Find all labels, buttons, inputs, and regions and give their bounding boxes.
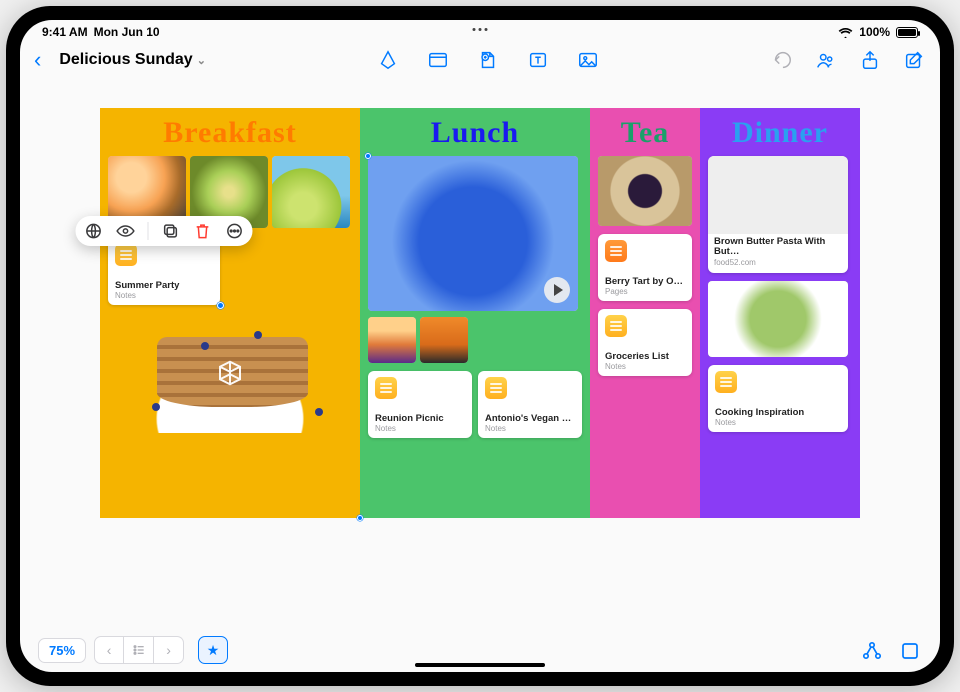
multitask-dots-icon[interactable]: [473, 28, 488, 31]
note-card-reunion-picnic[interactable]: Reunion Picnic Notes: [368, 371, 472, 438]
notes-app-icon: [375, 377, 397, 399]
status-time: 9:41 AM: [42, 25, 88, 39]
duplicate-icon[interactable]: [161, 221, 181, 241]
card-title: Berry Tart by Olivia: [605, 276, 685, 287]
add-file-icon[interactable]: [476, 49, 500, 71]
note-card-summer-party[interactable]: Summer Party Notes: [108, 238, 220, 305]
graph-view-icon[interactable]: [860, 639, 884, 661]
quicklook-icon[interactable]: [116, 221, 136, 241]
card-title: Antonio's Vegan Tacos: [485, 413, 575, 424]
ar-icon: [215, 358, 245, 388]
card-subtitle: Notes: [115, 291, 213, 300]
wifi-icon: [838, 27, 853, 38]
card-subtitle: Pages: [605, 287, 685, 296]
card-subtitle: Notes: [485, 424, 575, 433]
board-title-label: Delicious Sunday: [59, 51, 192, 69]
selection-handle-icon[interactable]: [217, 302, 224, 309]
markup-pen-icon[interactable]: [376, 49, 400, 71]
status-bar: 9:41 AM Mon Jun 10 100%: [20, 20, 940, 42]
pages-card-berry-tart[interactable]: Berry Tart by Olivia Pages: [598, 234, 692, 301]
freeform-canvas[interactable]: Breakfast: [20, 78, 940, 632]
battery-percent: 100%: [859, 25, 890, 39]
column-title-tea: Tea: [598, 116, 692, 150]
zoom-level-button[interactable]: 75%: [38, 638, 86, 663]
delete-icon[interactable]: [193, 221, 213, 241]
card-subtitle: Notes: [375, 424, 465, 433]
link-preview-image: [708, 156, 848, 234]
notes-app-icon: [605, 315, 627, 337]
card-title: Summer Party: [115, 280, 213, 291]
note-card-cooking-inspiration[interactable]: Cooking Inspiration Notes: [708, 365, 848, 432]
card-subtitle: food52.com: [714, 258, 842, 267]
compose-icon[interactable]: [902, 49, 926, 71]
card-title: Cooking Inspiration: [715, 407, 841, 418]
share-icon[interactable]: [858, 49, 882, 71]
usdz-pancakes[interactable]: [108, 313, 352, 433]
battery-icon: [896, 27, 918, 38]
image-salad[interactable]: [708, 281, 848, 357]
column-title-lunch: Lunch: [368, 116, 582, 150]
board-title-button[interactable]: Delicious Sunday ⌄: [59, 51, 206, 69]
image-sunset[interactable]: [368, 317, 416, 363]
image-grapes[interactable]: [272, 156, 350, 228]
ipad-frame: 9:41 AM Mon Jun 10 100% ‹ Delici: [6, 6, 954, 686]
prev-button[interactable]: ‹: [94, 636, 124, 664]
collaborate-icon[interactable]: [814, 49, 838, 71]
status-date: Mon Jun 10: [94, 25, 160, 39]
notes-app-icon: [715, 371, 737, 393]
note-card-groceries[interactable]: Groceries List Notes: [598, 309, 692, 376]
link-card-brown-butter-pasta[interactable]: Brown Butter Pasta With But… food52.com: [708, 156, 848, 273]
photo-icon[interactable]: [576, 49, 600, 71]
board: Breakfast: [100, 108, 860, 518]
back-button[interactable]: ‹: [34, 49, 41, 71]
notes-app-icon: [485, 377, 507, 399]
more-icon[interactable]: [225, 221, 245, 241]
screen: 9:41 AM Mon Jun 10 100% ‹ Delici: [20, 20, 940, 672]
app-toolbar: ‹ Delicious Sunday ⌄: [20, 42, 940, 78]
notes-app-icon: [115, 244, 137, 266]
next-button[interactable]: ›: [154, 636, 184, 664]
note-card-vegan-tacos[interactable]: Antonio's Vegan Tacos Notes: [478, 371, 582, 438]
navigator-segment: ‹ ›: [94, 636, 184, 664]
text-box-icon[interactable]: [526, 49, 550, 71]
scenes-list-icon[interactable]: [124, 636, 154, 664]
column-lunch: Lunch Re: [360, 108, 590, 518]
column-tea: Tea Berry Tart by Olivia Pages Groceries…: [590, 108, 700, 518]
undo-icon[interactable]: [770, 49, 794, 71]
selection-action-bar: [76, 216, 253, 246]
card-title: Groceries List: [605, 351, 685, 362]
card-subtitle: Notes: [715, 418, 841, 427]
column-dinner: Dinner Brown Butter Pasta With But… food…: [700, 108, 860, 518]
link-icon[interactable]: [84, 221, 104, 241]
play-icon[interactable]: [544, 277, 570, 303]
selection-handle-icon[interactable]: [365, 153, 371, 159]
image-galette[interactable]: [598, 156, 692, 226]
video-enchiladas[interactable]: [368, 156, 578, 311]
column-title-breakfast: Breakfast: [108, 116, 352, 150]
sticky-note-icon[interactable]: [426, 49, 450, 71]
card-title: Brown Butter Pasta With But…: [714, 237, 842, 258]
pages-app-icon: [605, 240, 627, 262]
chevron-down-icon: ⌄: [197, 54, 206, 67]
home-indicator[interactable]: [415, 663, 545, 667]
column-breakfast: Breakfast: [100, 108, 360, 518]
favorites-button[interactable]: ★: [198, 636, 228, 664]
fit-view-icon[interactable]: [898, 639, 922, 661]
card-title: Reunion Picnic: [375, 413, 465, 424]
image-juice[interactable]: [420, 317, 468, 363]
selection-handle-icon[interactable]: [357, 515, 363, 521]
column-title-dinner: Dinner: [708, 116, 852, 150]
card-subtitle: Notes: [605, 362, 685, 371]
